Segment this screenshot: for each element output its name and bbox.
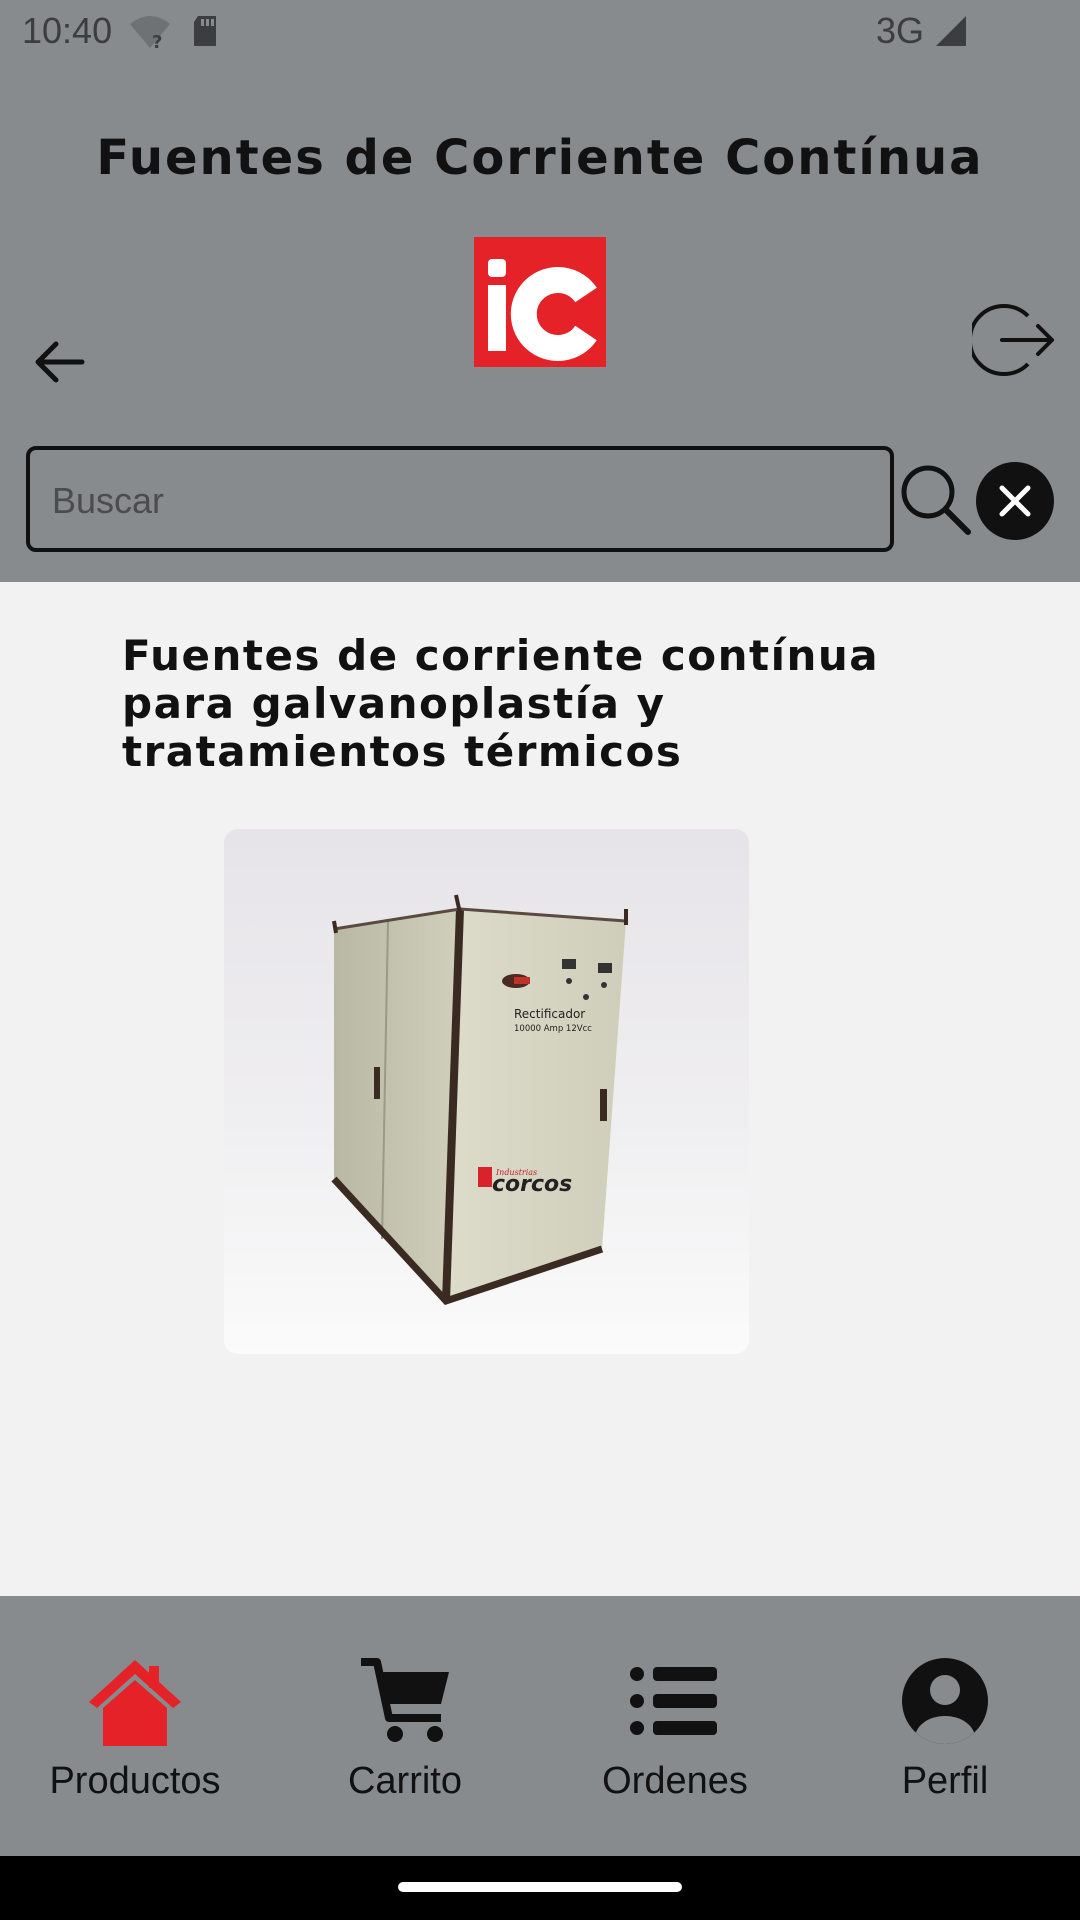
svg-text:?: ? xyxy=(152,32,162,50)
brand-logo xyxy=(474,237,606,367)
profile-icon xyxy=(895,1656,995,1746)
signal-icon xyxy=(934,14,968,57)
product-image-label-2: 10000 Amp 12Vcc xyxy=(514,1024,592,1034)
wifi-unknown-icon: ? xyxy=(128,14,172,59)
sd-card-icon xyxy=(190,14,220,57)
cart-icon xyxy=(355,1656,455,1746)
system-gesture-bar xyxy=(0,1856,1080,1920)
close-circle-icon xyxy=(999,485,1031,517)
nav-label-perfil: Perfil xyxy=(901,1760,989,1802)
product-content: Fuentes de corriente contínua para galva… xyxy=(0,582,1080,1596)
nav-label-ordenes: Ordenes xyxy=(602,1760,748,1802)
clear-search-button[interactable] xyxy=(976,462,1054,540)
nav-item-perfil[interactable]: Perfil xyxy=(810,1596,1080,1856)
logout-icon xyxy=(968,304,1054,376)
product-image[interactable]: Rectificador 10000 Amp 12Vcc Industrias … xyxy=(224,829,749,1354)
home-gesture-handle[interactable] xyxy=(398,1882,682,1892)
arrow-left-icon xyxy=(35,341,85,383)
status-time: 10:40 xyxy=(22,10,113,51)
status-bar: 10:40 ? 3G xyxy=(0,0,1080,62)
page-title: Fuentes de Corriente Contínua xyxy=(96,130,984,186)
nav-label-productos: Productos xyxy=(49,1760,221,1802)
product-image-label-1: Rectificador xyxy=(514,1007,585,1021)
search-field[interactable] xyxy=(26,446,894,552)
bottom-navigation: Productos Carrito Ordenes Perfil xyxy=(0,1596,1080,1856)
search-button[interactable] xyxy=(898,462,972,536)
network-type: 3G xyxy=(876,10,925,51)
nav-item-productos[interactable]: Productos xyxy=(0,1596,270,1856)
nav-item-ordenes[interactable]: Ordenes xyxy=(540,1596,810,1856)
back-button[interactable] xyxy=(30,332,90,392)
search-icon xyxy=(901,465,971,535)
list-icon xyxy=(625,1656,725,1746)
nav-label-carrito: Carrito xyxy=(347,1760,463,1802)
product-title: Fuentes de corriente contínua para galva… xyxy=(122,631,880,776)
search-input[interactable] xyxy=(52,476,852,526)
nav-item-carrito[interactable]: Carrito xyxy=(270,1596,540,1856)
logout-button[interactable] xyxy=(968,298,1056,382)
home-icon xyxy=(85,1656,185,1746)
product-image-brand: corcos xyxy=(492,1172,572,1197)
